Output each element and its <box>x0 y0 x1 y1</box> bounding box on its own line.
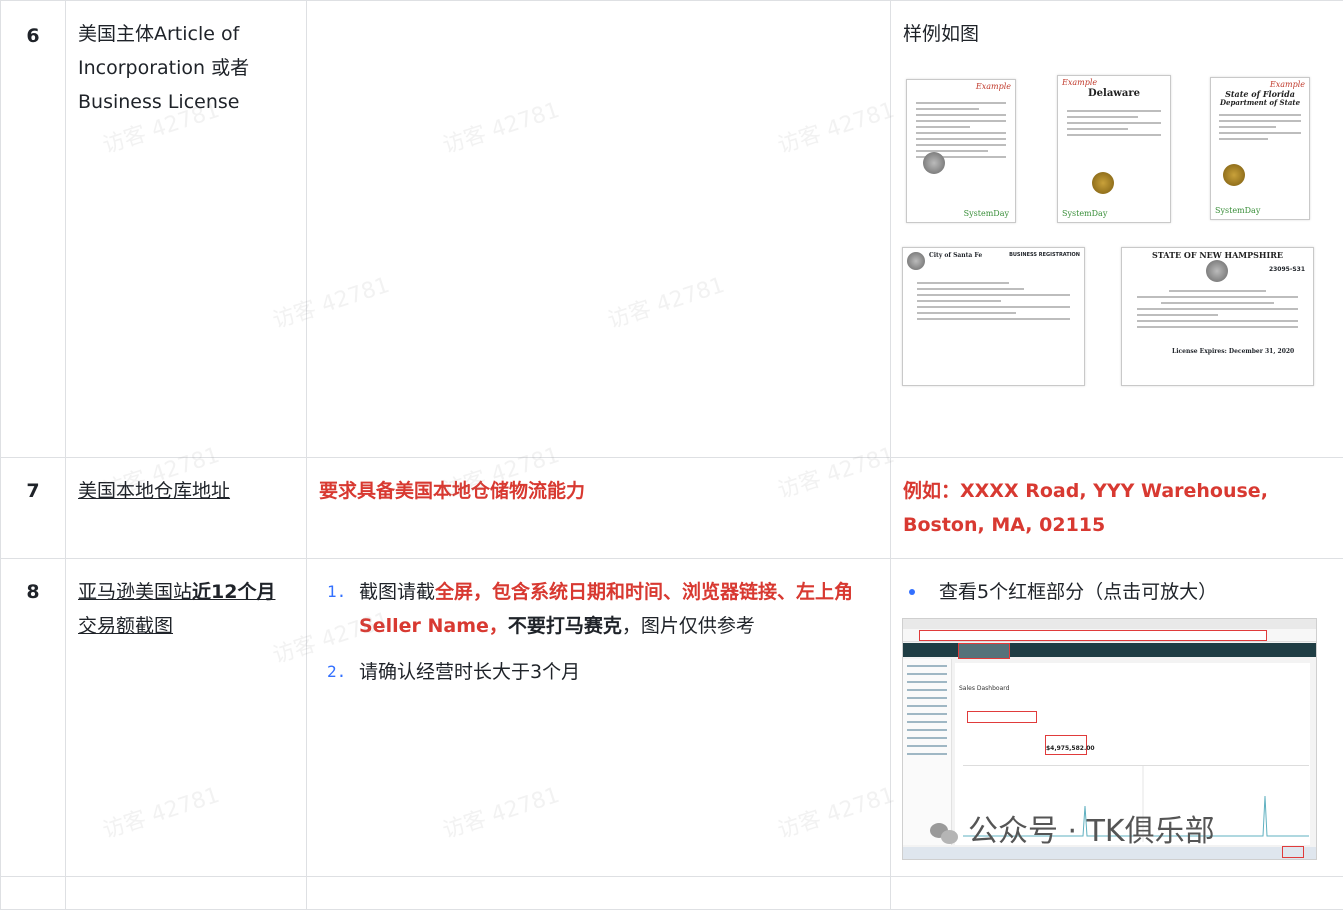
wechat-icon <box>930 821 960 845</box>
certificate-title: City of Santa Fe <box>929 252 982 259</box>
row-number: 6 <box>1 1 66 458</box>
seller-name-highlight <box>958 643 1010 659</box>
list-item: 查看5个红框部分（点击可放大） <box>903 575 1331 609</box>
example-text: 例如：XXXX Road, YYY Warehouse, Boston, MA,… <box>903 480 1268 536</box>
bullet-icon <box>909 589 915 595</box>
license-number: 23095-S31 <box>1269 266 1305 273</box>
item-part-bold: 近12个月 <box>192 581 275 603</box>
example-label: Example <box>1270 80 1305 89</box>
sample-certificate-image[interactable]: Example Delaware SystemDay <box>1057 75 1171 223</box>
requirement-cell: 1.截图请截全屏，包含系统日期和时间、浏览器链接、左上角Seller Name，… <box>307 559 891 877</box>
brand-text: 公众号 · TK俱乐部 <box>968 814 1215 849</box>
license-expiry: License Expires: December 31, 2020 <box>1172 348 1294 355</box>
window-tab-bar <box>903 619 1316 629</box>
seal-icon <box>1092 172 1114 194</box>
example-cell: 例如：XXXX Road, YYY Warehouse, Boston, MA,… <box>891 458 1343 559</box>
item-text: 亚马逊美国站近12个月交易额截图 <box>78 581 275 637</box>
seal-icon <box>1223 164 1245 186</box>
wechat-brand: 公众号 · TK俱乐部 <box>930 806 1215 850</box>
table-row: 6 美国主体Article of Incorporation 或者 Busine… <box>1 1 1343 458</box>
item-cell: 美国主体Article of Incorporation 或者 Business… <box>66 1 307 458</box>
stamp-text: SystemDay <box>1215 206 1260 215</box>
item-part: 亚马逊美国站 <box>78 581 192 603</box>
row-number: 7 <box>1 458 66 559</box>
requirement-text: 要求具备美国本地仓储物流能力 <box>319 480 585 502</box>
sample-certificate-image[interactable]: STATE OF NEW HAMPSHIRE 23095-S31 License… <box>1121 247 1314 386</box>
list-item: 1.截图请截全屏，包含系统日期和时间、浏览器链接、左上角Seller Name，… <box>319 575 878 643</box>
list-item: 2. 请确认经营时长大于3个月 <box>319 655 878 689</box>
example-label: Example <box>1062 78 1097 87</box>
stamp-text: SystemDay <box>1062 209 1107 218</box>
list-number: 2. <box>327 655 346 689</box>
seal-icon <box>907 252 925 270</box>
dashboard-title: Sales Dashboard <box>959 685 1009 692</box>
seal-icon <box>923 152 945 174</box>
item-cell: 亚马逊美国站近12个月交易额截图 <box>66 559 307 877</box>
certificate-title: Delaware <box>1058 88 1170 99</box>
url-bar-highlight <box>919 630 1267 641</box>
system-clock-highlight <box>1282 846 1304 858</box>
certificate-title: STATE OF NEW HAMPSHIRE <box>1122 250 1313 260</box>
certificate-corner-label: BUSINESS REGISTRATION <box>1009 252 1080 258</box>
item-text: 美国本地仓库地址 <box>78 480 230 502</box>
stamp-text: SystemDay <box>964 209 1009 218</box>
sample-certificate-image[interactable]: Example State of Florida Department of S… <box>1210 77 1310 220</box>
step-text-bold: 不要打马赛克 <box>508 615 622 637</box>
certificate-subtitle: Department of State <box>1211 98 1309 107</box>
seal-icon <box>1206 260 1228 282</box>
step-text: 截图请截 <box>359 581 435 603</box>
table-row <box>1 877 1343 910</box>
requirement-cell: 要求具备美国本地仓储物流能力 <box>307 458 891 559</box>
example-list: 查看5个红框部分（点击可放大） <box>903 575 1331 609</box>
row-number: 8 <box>1 559 66 877</box>
step-list: 1.截图请截全屏，包含系统日期和时间、浏览器链接、左上角Seller Name，… <box>319 575 878 689</box>
table-row: 7 美国本地仓库地址 要求具备美国本地仓储物流能力 例如：XXXX Road, … <box>1 458 1343 559</box>
date-range-highlight <box>967 711 1037 723</box>
item-text: 美国主体Article of Incorporation 或者 Business… <box>78 23 249 113</box>
requirement-cell <box>307 1 891 458</box>
example-text: 查看5个红框部分（点击可放大） <box>939 581 1217 603</box>
item-part: 交易额截图 <box>78 615 173 637</box>
sample-certificate-image[interactable]: Example SystemDay <box>906 79 1016 223</box>
list-number: 1. <box>327 575 346 609</box>
example-caption: 样例如图 <box>903 23 979 45</box>
sales-total-highlight: $4,975,582.00 <box>1045 735 1087 755</box>
example-label: Example <box>976 82 1011 91</box>
step-text: 请确认经营时长大于3个月 <box>359 661 580 683</box>
sample-certificate-image[interactable]: City of Santa Fe BUSINESS REGISTRATION <box>902 247 1085 386</box>
example-cell: 样例如图 <box>891 1 1343 458</box>
step-text: ，图片仅供参考 <box>622 615 755 637</box>
item-cell: 美国本地仓库地址 <box>66 458 307 559</box>
